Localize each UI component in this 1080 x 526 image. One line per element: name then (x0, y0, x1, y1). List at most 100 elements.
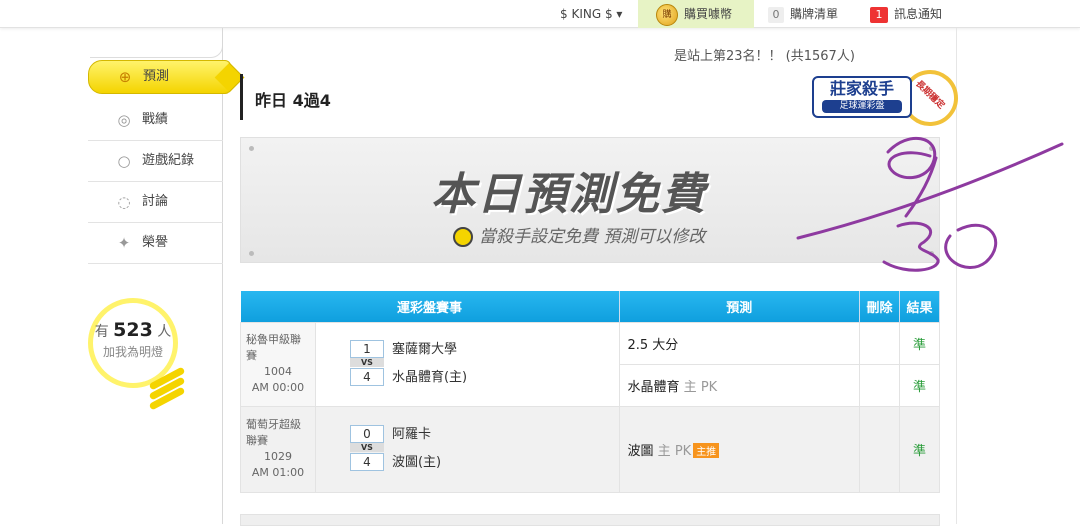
prediction-line: PK (700, 379, 718, 395)
table-header-row: 運彩盤賽事 預測 刪除 結果 (240, 291, 940, 322)
team-row: 4 波圖(主) (349, 451, 619, 475)
header-event: 運彩盤賽事 (240, 291, 620, 322)
result-cell: 準 (899, 363, 940, 407)
sidebar-item-honor[interactable]: ✦ 榮譽 (88, 223, 223, 264)
match-teams: 0 阿羅卡 VS 4 波圖(主) (314, 405, 620, 493)
match-info: 葡萄牙超級聯賽 1029 AM 01:00 (240, 405, 316, 493)
prediction-team: 波圖 (627, 443, 654, 459)
team-name: 阿羅卡 (391, 427, 431, 442)
top-bar: $ KING $ ▾ 購購買噱幣 0 購牌清單 1 訊息通知 (0, 0, 1080, 28)
sidebar-item-label: 戰績 (142, 112, 169, 127)
prediction-team: 水晶體育 (627, 379, 680, 395)
handwritten-annotation (796, 136, 1064, 272)
page-title-bar: 昨日 4過4 (240, 74, 820, 120)
match-date: 1004 (263, 365, 292, 378)
banner-dot (249, 251, 254, 256)
medal-icon: ✦ (117, 234, 131, 252)
prediction-line: PK (674, 443, 692, 459)
sidebar-top-tab (90, 28, 223, 58)
match-teams: 1 塞薩爾大學 VS 4 水晶體育(主) (314, 321, 620, 407)
notifications-label: 訊息通知 (894, 7, 943, 21)
bulb-icon (453, 227, 473, 247)
user-name: $ KING $ (560, 7, 613, 21)
prediction-cell: 水晶體育 主 PK (618, 363, 861, 407)
fans-count: 523 (113, 319, 153, 341)
sidebar-item-label: 預測 (143, 69, 170, 84)
sidebar-item-game-history[interactable]: ○ 遊戲紀錄 (88, 141, 223, 182)
sidebar-item-label: 討論 (142, 194, 169, 209)
sidebar: ⊕ 預測 ◎ 戰績 ○ 遊戲紀錄 ◌ 討論 ✦ 榮譽 (88, 60, 231, 264)
purchase-list-count: 0 (768, 7, 784, 23)
league-name: 秘魯甲級聯賽 (246, 333, 301, 362)
fans-prefix: 有 (94, 324, 109, 340)
follow-label: 加我為明燈 (102, 345, 163, 359)
next-panel-edge (240, 514, 940, 526)
buy-coins-label: 購買噱幣 (684, 7, 733, 21)
rank-text: 是站上第23名！！ (共1567人) (674, 49, 855, 64)
match-time: AM 01:00 (251, 466, 305, 479)
team-name: 水晶體育(主) (391, 370, 468, 385)
banner-subtitle: 當殺手設定免費 預測可以修改 (479, 227, 706, 247)
purchase-list-link[interactable]: 0 購牌清單 (768, 0, 838, 28)
scribble-stroke (882, 221, 940, 272)
header-delete: 刪除 (859, 291, 901, 322)
chart-icon: ◎ (117, 111, 131, 129)
team-row: 4 水晶體育(主) (349, 366, 619, 390)
table-row: 秘魯甲級聯賽 1004 AM 00:00 1 塞薩爾大學 VS 4 水晶體育(主) … (240, 321, 940, 407)
team-score: 4 (349, 453, 384, 471)
delete-cell (859, 321, 901, 365)
fans-count-line: 有 523 人 (93, 319, 173, 341)
scribble-stroke (796, 142, 1064, 240)
sidebar-item-discussion[interactable]: ◌ 討論 (88, 182, 223, 223)
team-score: 1 (349, 340, 384, 358)
prediction-cell: 波圖 主 PK 主推 (618, 405, 861, 493)
user-menu[interactable]: $ KING $ ▾ (560, 0, 622, 28)
team-score: 4 (349, 368, 384, 386)
table-row: 葡萄牙超級聯賽 1029 AM 01:00 0 阿羅卡 VS 4 波圖(主) 波圖 … (240, 405, 940, 493)
sidebar-item-label: 榮譽 (142, 235, 169, 250)
badge-ring-label: 長期穩定 (913, 79, 947, 112)
notification-count: 1 (870, 7, 888, 23)
featured-tag: 主推 (693, 442, 720, 458)
league-name: 葡萄牙超級聯賽 (246, 418, 301, 447)
prediction-cell: 2.5 大分 (618, 321, 861, 365)
banner-subtitle-line: 當殺手設定免費 預測可以修改 (453, 222, 705, 247)
badge-ribbon: 莊家殺手 足球運彩盤 (812, 76, 912, 118)
coin-icon: 購 (656, 3, 678, 26)
sidebar-item-record[interactable]: ◎ 戰績 (88, 100, 223, 141)
chevron-down-icon: ▾ (616, 7, 623, 21)
scribble-stroke (886, 136, 937, 180)
header-prediction: 預測 (619, 291, 861, 322)
buy-coins-button[interactable]: 購購買噱幣 (638, 0, 754, 28)
scribble-stroke (944, 223, 998, 269)
team-row: 0 阿羅卡 VS (349, 423, 619, 452)
match-date: 1029 (263, 450, 292, 463)
match-info: 秘魯甲級聯賽 1004 AM 00:00 (240, 321, 316, 407)
team-name: 波圖(主) (391, 455, 442, 470)
team-name: 塞薩爾大學 (391, 342, 457, 357)
circle-icon: ○ (117, 152, 131, 170)
sidebar-item-predict[interactable]: ⊕ 預測 (88, 60, 231, 94)
purchase-list-label: 購牌清單 (790, 7, 839, 21)
badge-title: 莊家殺手 (829, 79, 894, 98)
team-score: 0 (349, 425, 384, 443)
page-title: 昨日 4過4 (255, 91, 331, 110)
result-cell: 準 (899, 321, 940, 365)
badge-subtitle: 足球運彩盤 (822, 100, 902, 113)
discussion-icon: ◌ (117, 193, 131, 211)
delete-cell (859, 363, 901, 407)
target-icon: ⊕ (118, 68, 132, 86)
fans-suffix: 人 (157, 324, 172, 340)
result-cell: 準 (899, 405, 940, 493)
home-marker: 主 (683, 379, 697, 395)
prediction-table: 運彩盤賽事 預測 刪除 結果 秘魯甲級聯賽 1004 AM 00:00 1 塞薩爾… (240, 291, 940, 493)
banner-title: 本日預測免費 (431, 169, 707, 220)
lightbulb-base-icon (148, 366, 186, 414)
sidebar-item-label: 遊戲紀錄 (142, 153, 195, 168)
team-row: 1 塞薩爾大學 VS (349, 338, 619, 367)
banner-dot (249, 146, 254, 151)
home-marker: 主 (657, 443, 671, 459)
delete-cell (859, 405, 901, 493)
notifications-link[interactable]: 1 訊息通知 (870, 0, 942, 28)
match-time: AM 00:00 (251, 381, 305, 394)
